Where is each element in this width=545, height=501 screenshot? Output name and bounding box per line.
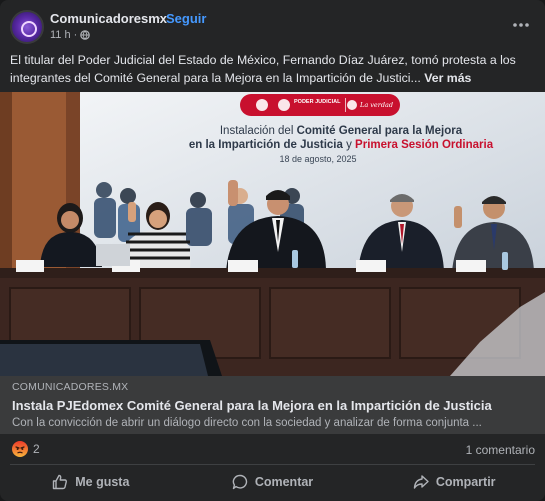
banner-date: 18 de agosto, 2025 (279, 154, 356, 164)
post-timestamp[interactable]: 11 h (50, 29, 71, 41)
comment-button[interactable]: Comentar (182, 466, 364, 498)
follow-button[interactable]: Seguir (166, 11, 206, 26)
page-avatar[interactable] (10, 10, 44, 44)
more-dots-icon (513, 23, 529, 27)
reaction-summary[interactable]: 2 (12, 441, 40, 457)
post-meta: 11 h · (50, 29, 91, 41)
banner-heading-2: en la Impartición de Justicia y Primera … (189, 139, 494, 151)
page-name-link[interactable]: Comunicadoresmx (50, 11, 167, 26)
share-label: Compartir (435, 475, 496, 489)
link-title[interactable]: Instala PJEdomex Comité General para la … (12, 398, 492, 413)
comment-label: Comentar (254, 475, 314, 489)
link-preview[interactable]: COMUNICADORES.MX Instala PJEdomex Comité… (0, 376, 545, 434)
post-card: Comunicadoresmx · Seguir 11 h · El titul… (0, 0, 545, 501)
reaction-count: 2 (33, 442, 40, 456)
share-button[interactable]: Compartir (363, 466, 545, 498)
post-text: El titular del Poder Judicial del Estado… (10, 51, 535, 87)
comments-count[interactable]: 1 comentario (466, 443, 535, 457)
post-photo[interactable]: PODER JUDICIAL La verdad Instalación del… (0, 92, 545, 376)
see-more-link[interactable]: Ver más (424, 71, 471, 85)
meta-separator: · (73, 29, 78, 41)
link-description: Con la convicción de abrir un diálogo di… (12, 417, 482, 429)
actions-divider (10, 464, 535, 465)
like-label: Me gusta (75, 475, 130, 489)
share-arrow-icon (413, 475, 429, 489)
thumbs-up-icon (53, 474, 68, 490)
header-separator: · (157, 10, 162, 25)
banner-logo-text: PODER JUDICIAL (294, 99, 341, 105)
more-options-button[interactable] (510, 14, 532, 36)
like-button[interactable]: Me gusta (0, 466, 182, 498)
angry-reaction-icon (12, 441, 28, 457)
link-domain: COMUNICADORES.MX (12, 381, 129, 393)
banner-slogan: La verdad (359, 101, 393, 109)
banner-heading-1: Instalación del Comité General para la M… (220, 125, 463, 137)
globe-icon (80, 30, 91, 40)
action-bar: Me gusta Comentar Compartir (0, 466, 545, 498)
post-header: Comunicadoresmx · Seguir 11 h · (0, 0, 545, 46)
comment-bubble-icon (232, 474, 248, 490)
